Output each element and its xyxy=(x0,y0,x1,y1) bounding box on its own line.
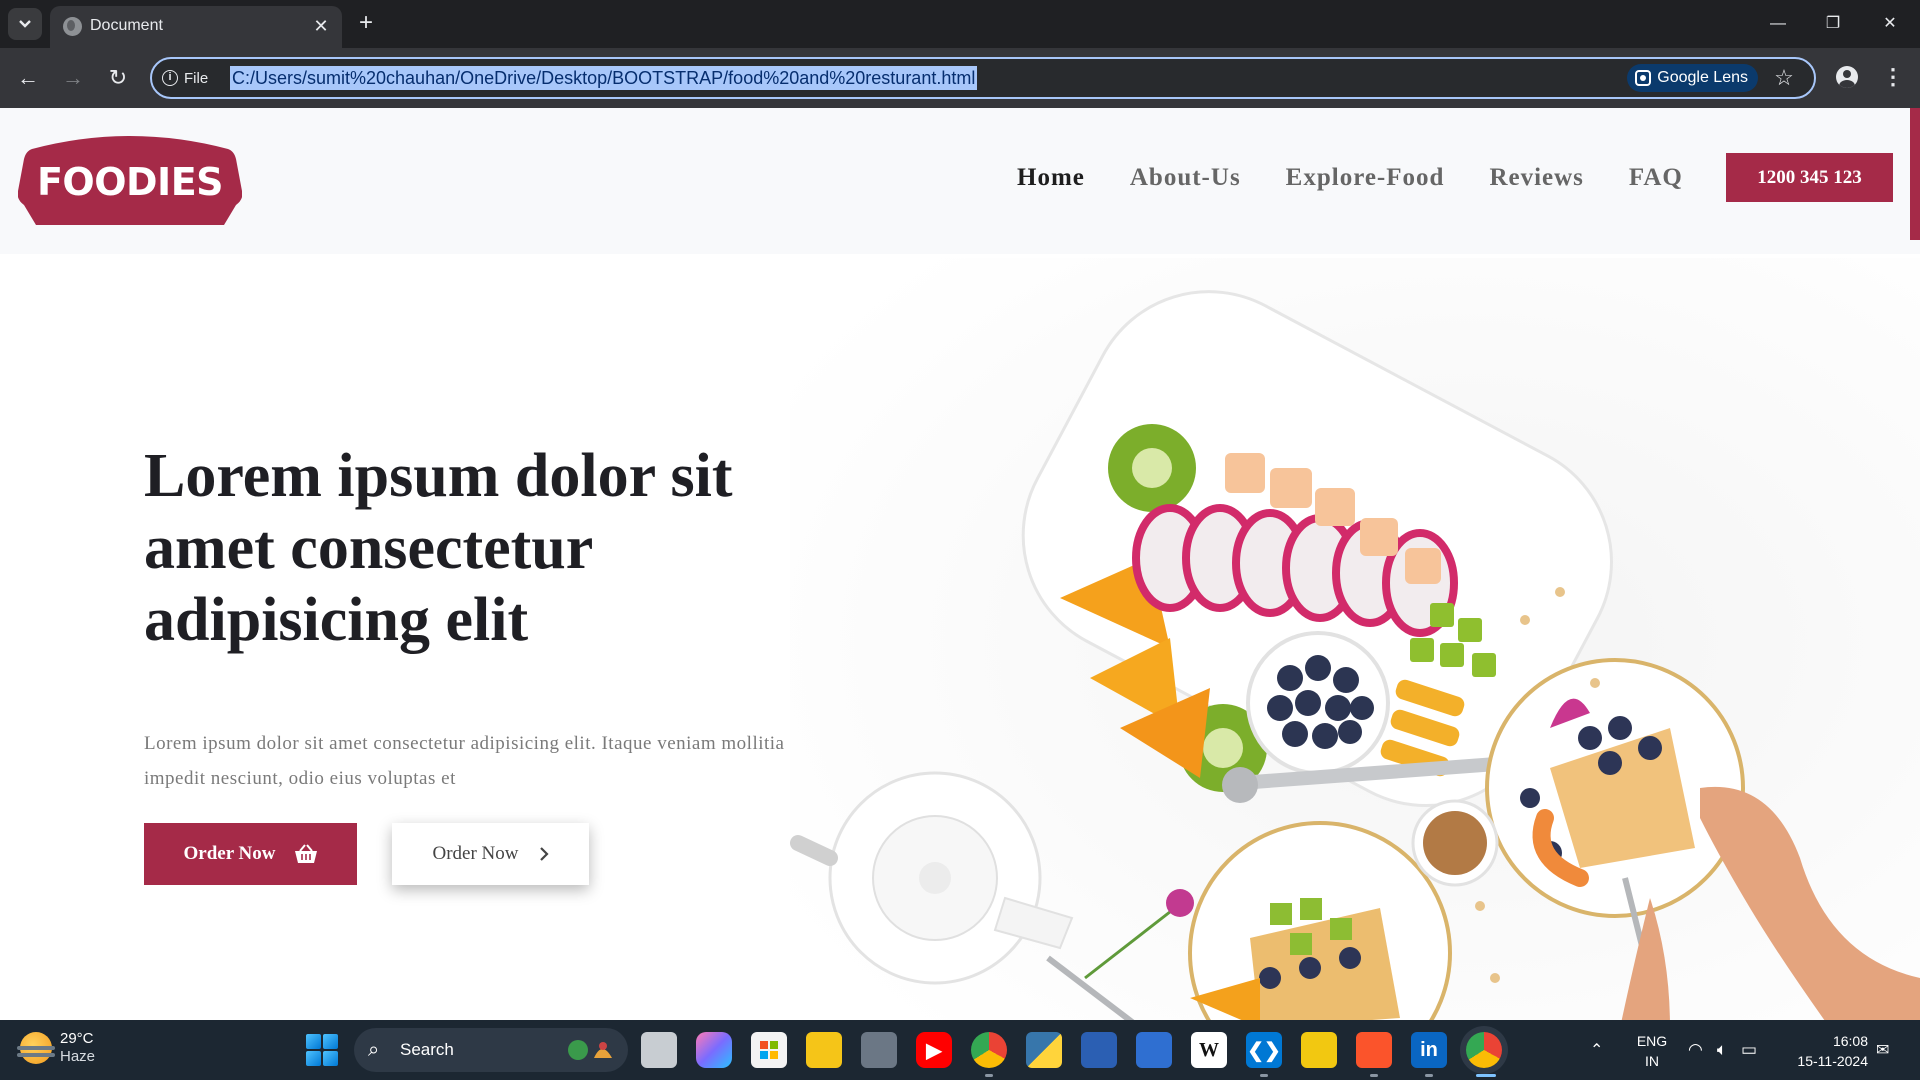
forward-button[interactable]: → xyxy=(55,60,91,96)
file-explorer-icon[interactable] xyxy=(806,1032,842,1068)
running-indicator xyxy=(1370,1074,1378,1077)
flower-icon xyxy=(1166,889,1194,917)
minimize-button[interactable]: — xyxy=(1760,10,1796,38)
power-bi-icon[interactable] xyxy=(1301,1032,1337,1068)
show-hidden-icons-button[interactable]: ⌃ xyxy=(1590,1020,1603,1080)
bookmark-star-icon[interactable]: ☆ xyxy=(1770,64,1798,92)
volume-icon: 🔈︎ xyxy=(1716,1040,1728,1059)
search-label: Search xyxy=(400,1040,454,1059)
close-tab-icon[interactable]: ✕ xyxy=(310,15,332,37)
chevron-right-icon xyxy=(539,847,549,861)
scroll-accent-bar xyxy=(1910,108,1920,240)
site-navbar: FOODIES Home About-Us Explore-Food Revie… xyxy=(0,108,1920,254)
browser-toolbar: ← → ↻ i File C:/Users/sumit%20chauhan/On… xyxy=(0,48,1920,108)
google-lens-label: Google Lens xyxy=(1657,69,1748,86)
restore-button[interactable]: ❐ xyxy=(1815,10,1851,38)
close-window-button[interactable]: ✕ xyxy=(1872,10,1908,38)
vs-code-icon[interactable]: ❮❯ xyxy=(1246,1032,1282,1068)
windows-taskbar: 29°C Haze ⌕ Search ▶ W ❮❯ in ⌃ ENG IN ◠ … xyxy=(0,1020,1920,1080)
basket-icon xyxy=(294,844,317,863)
weather-condition: Haze xyxy=(60,1048,96,1065)
nav-link-reviews[interactable]: Reviews xyxy=(1489,164,1583,192)
profile-icon xyxy=(1836,66,1858,88)
copilot-icon[interactable] xyxy=(696,1032,732,1068)
region-label: IN xyxy=(1645,1053,1659,1069)
tab-title: Document xyxy=(90,17,163,34)
search-icon: ⌕ xyxy=(368,1039,380,1061)
wikipedia-icon[interactable]: W xyxy=(1191,1032,1227,1068)
phone-button[interactable]: 1200 345 123 xyxy=(1726,153,1893,202)
site-info-label: File xyxy=(184,69,209,87)
running-indicator xyxy=(1260,1074,1268,1077)
linkedin-icon[interactable]: in xyxy=(1411,1032,1447,1068)
powershell-script-icon[interactable] xyxy=(1081,1032,1117,1068)
nav-link-home[interactable]: Home xyxy=(1017,164,1085,192)
language-indicator[interactable]: ENG IN xyxy=(1632,1031,1672,1071)
globe-icon xyxy=(63,17,82,36)
youtube-icon[interactable]: ▶ xyxy=(916,1032,952,1068)
active-app-indicator xyxy=(1476,1074,1496,1077)
clock-time: 16:08 xyxy=(1832,1033,1868,1049)
taskbar-search-box[interactable]: ⌕ Search xyxy=(354,1028,628,1072)
web-page: FOODIES Home About-Us Explore-Food Revie… xyxy=(0,108,1920,1020)
info-icon: i xyxy=(162,70,178,86)
brave-icon[interactable] xyxy=(1356,1032,1392,1068)
lens-icon xyxy=(1635,70,1652,86)
order-now-button[interactable]: Order Now xyxy=(144,823,357,885)
foodies-logo[interactable]: FOODIES xyxy=(18,135,242,227)
task-view-icon[interactable] xyxy=(641,1032,677,1068)
microsoft-store-icon[interactable] xyxy=(751,1032,787,1068)
system-tray[interactable]: ◠ 🔈︎ ▭ xyxy=(1688,1020,1757,1080)
back-button[interactable]: ← xyxy=(10,60,46,96)
taskbar-clock[interactable]: 16:08 15-11-2024 xyxy=(1786,1031,1868,1071)
nav-link-faq[interactable]: FAQ xyxy=(1629,164,1683,192)
reload-button[interactable]: ↻ xyxy=(100,60,136,96)
browser-tab[interactable]: Document ✕ xyxy=(50,6,342,48)
hero-text: Lorem ipsum dolor sit amet consectetur a… xyxy=(144,733,785,789)
battery-icon: ▭ xyxy=(1741,1040,1758,1059)
profile-button[interactable] xyxy=(1832,62,1862,92)
chevron-down-icon xyxy=(19,20,31,28)
browser-tab-bar: Document ✕ + — ❐ ✕ xyxy=(0,0,1920,48)
hero-title: Lorem ipsum dolor sit amet consectetur a… xyxy=(144,442,733,654)
windows-logo-icon xyxy=(306,1034,321,1049)
chrome-profile-icon[interactable] xyxy=(971,1032,1007,1068)
tab-search-button[interactable] xyxy=(8,8,42,40)
nav-link-about-us[interactable]: About-Us xyxy=(1130,164,1241,192)
hero-food-image xyxy=(790,258,1920,1020)
haze-weather-icon xyxy=(17,1032,55,1064)
nav-links: Home About-Us Explore-Food Reviews FAQ xyxy=(1017,164,1728,192)
site-info-chip[interactable]: i File xyxy=(162,66,208,90)
notifications-icon[interactable]: ✉︎ xyxy=(1876,1020,1889,1080)
language-label: ENG xyxy=(1636,1033,1668,1049)
nav-link-explore-food[interactable]: Explore-Food xyxy=(1286,164,1445,192)
clock-date: 15-11-2024 xyxy=(1797,1053,1868,1069)
chrome-icon[interactable] xyxy=(1466,1032,1502,1068)
wifi-icon: ◠ xyxy=(1688,1040,1703,1059)
order-now-outline-label: Order Now xyxy=(432,843,519,864)
weather-temperature: 29°C xyxy=(60,1030,94,1047)
document-editor-icon[interactable] xyxy=(1136,1032,1172,1068)
calculator-icon[interactable] xyxy=(861,1032,897,1068)
logo-text: FOODIES xyxy=(36,160,224,204)
url-text[interactable]: C:/Users/sumit%20chauhan/OneDrive/Deskto… xyxy=(230,66,978,90)
google-lens-button[interactable]: Google Lens xyxy=(1627,64,1758,92)
order-now-outline-button[interactable]: Order Now xyxy=(392,823,589,885)
order-now-label: Order Now xyxy=(183,843,276,864)
running-indicator xyxy=(1425,1074,1433,1077)
new-tab-button[interactable]: + xyxy=(352,10,380,38)
address-bar[interactable]: i File C:/Users/sumit%20chauhan/OneDrive… xyxy=(150,57,1816,99)
weather-widget[interactable]: 29°C Haze xyxy=(17,1030,96,1066)
python-icon[interactable] xyxy=(1026,1032,1062,1068)
more-menu-icon[interactable]: ⋮ xyxy=(1878,62,1908,92)
running-indicator xyxy=(985,1074,993,1077)
start-button[interactable] xyxy=(306,1034,338,1066)
search-highlight-icon xyxy=(568,1040,612,1060)
